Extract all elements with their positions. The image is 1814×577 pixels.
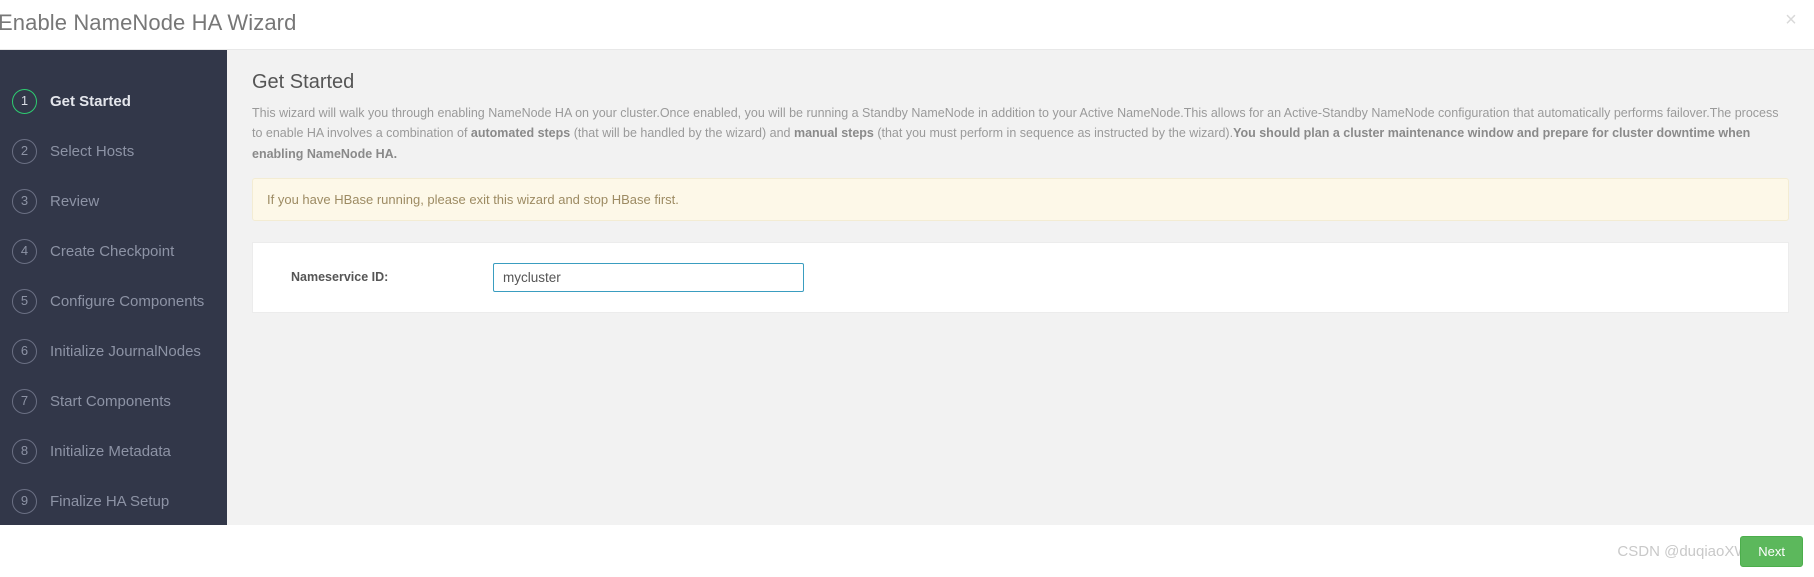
sidebar-item-label: Get Started: [50, 92, 131, 110]
sidebar-item-finalize-ha-setup[interactable]: 9 Finalize HA Setup: [0, 476, 227, 526]
step-number-badge: 5: [12, 288, 37, 314]
step-number-badge: 6: [12, 338, 37, 364]
step-number-badge: 2: [12, 138, 37, 164]
sidebar-item-get-started[interactable]: 1 Get Started: [0, 76, 227, 126]
sidebar-item-configure-components[interactable]: 5 Configure Components: [0, 276, 227, 326]
step-number-badge: 1: [12, 88, 37, 114]
next-button[interactable]: Next: [1740, 536, 1803, 567]
sidebar-item-label: Create Checkpoint: [50, 242, 175, 260]
step-number-badge: 8: [12, 438, 37, 464]
hbase-warning-alert: If you have HBase running, please exit t…: [252, 177, 1789, 221]
sidebar-item-initialize-journalnodes[interactable]: 6 Initialize JournalNodes: [0, 326, 227, 376]
content-description: This wizard will walk you through enabli…: [252, 103, 1789, 164]
page-title: Enable NameNode HA Wizard: [0, 10, 297, 35]
sidebar-item-label: Select Hosts: [50, 142, 135, 160]
sidebar-item-start-components[interactable]: 7 Start Components: [0, 376, 227, 426]
nameservice-form-panel: Nameservice ID:: [252, 241, 1789, 313]
enable-namenode-ha-wizard-modal: Enable NameNode HA Wizard × 1 Get Starte…: [0, 0, 1814, 577]
desc-part-3: (that you must perform in sequence as in…: [873, 126, 1234, 141]
sidebar-item-label: Start Components: [50, 392, 171, 410]
sidebar-item-review[interactable]: 3 Review: [0, 176, 227, 226]
sidebar-item-label: Review: [50, 192, 100, 210]
nameservice-id-input[interactable]: [493, 262, 804, 292]
sidebar-item-label: Initialize Metadata: [50, 442, 171, 460]
desc-part-2: (that will be handled by the wizard) and: [570, 126, 794, 141]
step-number-badge: 4: [12, 238, 37, 264]
desc-bold-automated-steps: automated steps: [470, 126, 571, 141]
content-heading: Get Started: [252, 71, 355, 93]
wizard-content-panel: Get Started This wizard will walk you th…: [227, 50, 1814, 525]
sidebar-item-select-hosts[interactable]: 2 Select Hosts: [0, 126, 227, 176]
sidebar-item-label: Finalize HA Setup: [50, 492, 170, 510]
sidebar-item-initialize-metadata[interactable]: 8 Initialize Metadata: [0, 426, 227, 476]
close-icon[interactable]: ×: [1780, 9, 1802, 31]
step-number-badge: 3: [12, 188, 37, 214]
modal-footer: CSDN @duqiaoXWang Next: [0, 525, 1814, 577]
modal-header: Enable NameNode HA Wizard ×: [0, 0, 1814, 50]
step-number-badge: 7: [12, 388, 37, 414]
wizard-step-sidebar: 1 Get Started 2 Select Hosts 3 Review 4 …: [0, 50, 227, 525]
modal-body: 1 Get Started 2 Select Hosts 3 Review 4 …: [0, 50, 1814, 525]
sidebar-item-label: Configure Components: [50, 292, 205, 310]
sidebar-item-create-checkpoint[interactable]: 4 Create Checkpoint: [0, 226, 227, 276]
sidebar-item-label: Initialize JournalNodes: [50, 342, 201, 360]
step-number-badge: 9: [12, 488, 37, 514]
desc-bold-manual-steps: manual steps: [793, 126, 874, 141]
nameservice-id-label: Nameservice ID:: [291, 270, 389, 285]
